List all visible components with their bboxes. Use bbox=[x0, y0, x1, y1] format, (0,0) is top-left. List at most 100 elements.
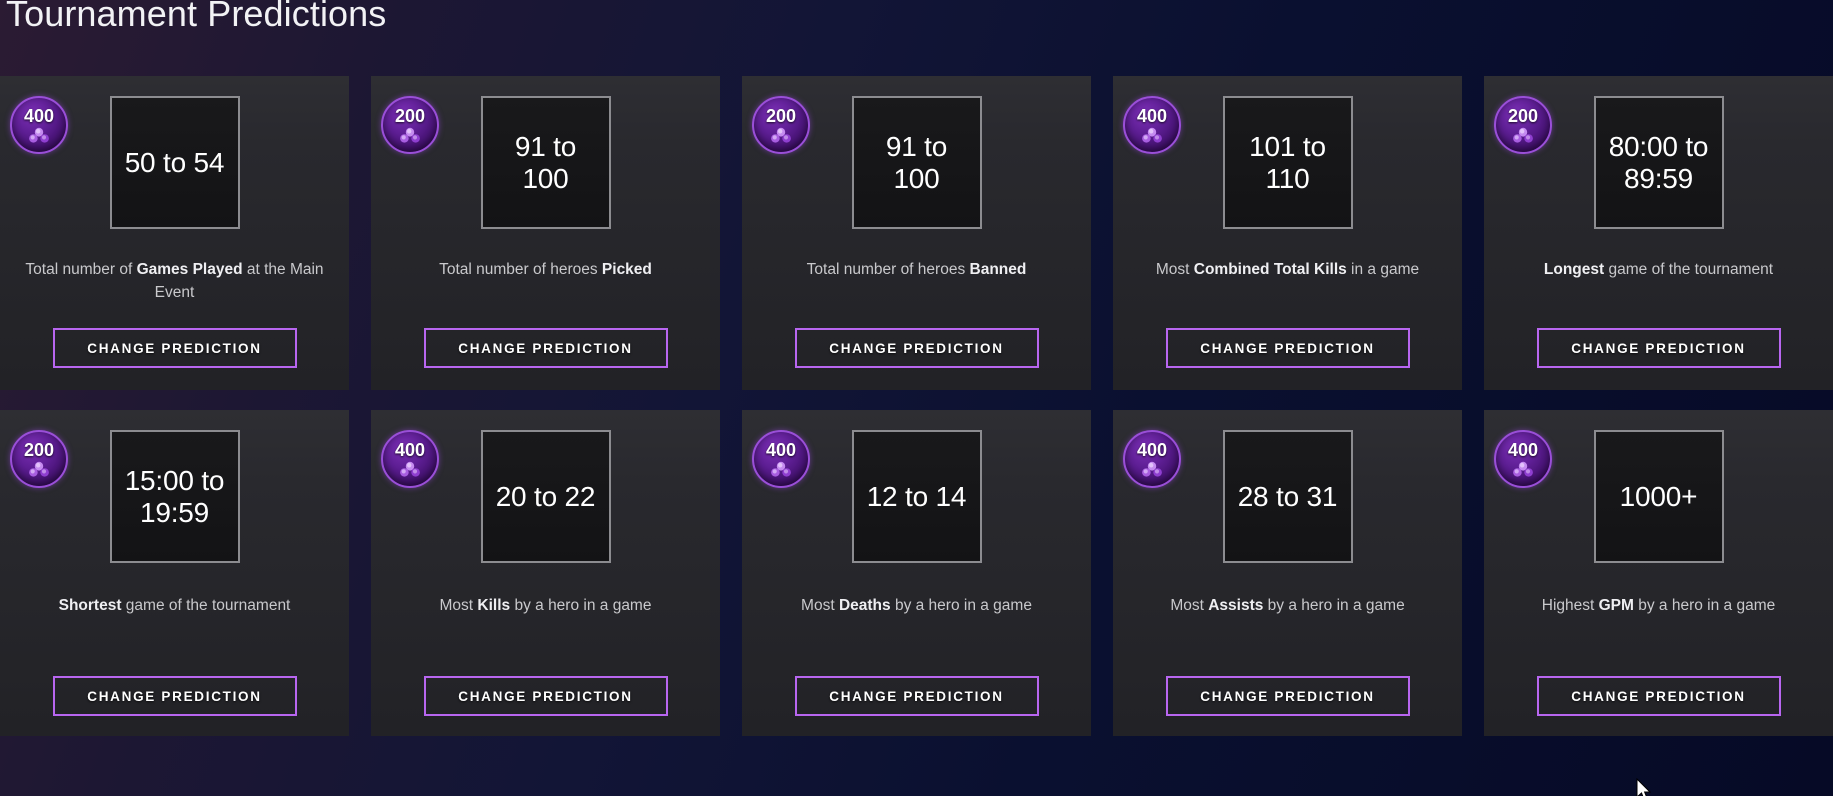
prediction-description: Longest game of the tournament bbox=[1544, 259, 1773, 282]
prediction-description: Most Deaths by a hero in a game bbox=[801, 595, 1032, 618]
predictions-grid: 400 50 to 54 Total number of Games Played … bbox=[0, 76, 1833, 736]
points-badge: 400 bbox=[10, 96, 68, 154]
points-badge: 200 bbox=[10, 430, 68, 488]
prediction-card: 400 28 to 31 Most Assists by a hero in a g… bbox=[1113, 410, 1462, 736]
mouse-cursor-icon bbox=[1636, 778, 1652, 796]
desc-prefix: Most bbox=[1155, 261, 1194, 278]
desc-highlight: Shortest bbox=[58, 597, 122, 614]
desc-highlight: Assists bbox=[1208, 597, 1264, 614]
gem-cluster-icon bbox=[771, 461, 791, 477]
change-prediction-button[interactable]: CHANGE PREDICTION bbox=[52, 676, 297, 716]
prediction-value: 12 to 14 bbox=[866, 480, 967, 512]
prediction-value-box[interactable]: 80:00 to 89:59 bbox=[1593, 96, 1724, 229]
prediction-value: 28 to 31 bbox=[1237, 480, 1338, 512]
desc-highlight: Deaths bbox=[838, 597, 891, 614]
prediction-value: 101 to 110 bbox=[1249, 131, 1326, 194]
desc-suffix: game of the tournament bbox=[1604, 261, 1774, 278]
prediction-card: 200 91 to 100 Total number of heroes Picke… bbox=[371, 76, 720, 390]
gem-cluster-icon bbox=[29, 461, 49, 477]
desc-prefix: Total number of heroes bbox=[806, 261, 970, 278]
prediction-card: 200 80:00 to 89:59 Longest game of the tou… bbox=[1484, 76, 1833, 390]
desc-suffix: by a hero in a game bbox=[1633, 597, 1776, 614]
points-value: 200 bbox=[1507, 105, 1539, 126]
change-prediction-button[interactable]: CHANGE PREDICTION bbox=[1536, 328, 1781, 368]
prediction-value-box[interactable]: 28 to 31 bbox=[1222, 430, 1353, 563]
desc-prefix: Most bbox=[1170, 597, 1209, 614]
desc-highlight: Kills bbox=[477, 597, 511, 614]
desc-highlight: Picked bbox=[601, 261, 652, 278]
gem-cluster-icon bbox=[400, 127, 420, 143]
desc-suffix: by a hero in a game bbox=[510, 597, 652, 614]
change-prediction-button[interactable]: CHANGE PREDICTION bbox=[1165, 676, 1410, 716]
prediction-value-box[interactable]: 50 to 54 bbox=[109, 96, 240, 229]
prediction-description: Most Combined Total Kills in a game bbox=[1156, 259, 1419, 282]
points-badge: 400 bbox=[752, 430, 810, 488]
change-prediction-button[interactable]: CHANGE PREDICTION bbox=[1165, 328, 1410, 368]
points-badge: 400 bbox=[381, 430, 439, 488]
prediction-value: 80:00 to 89:59 bbox=[1608, 131, 1709, 194]
points-badge: 400 bbox=[1123, 96, 1181, 154]
prediction-value: 91 to 100 bbox=[885, 131, 948, 194]
prediction-value-box[interactable]: 91 to 100 bbox=[480, 96, 611, 229]
desc-suffix: by a hero in a game bbox=[890, 597, 1032, 614]
prediction-card: 400 1000+ Highest GPM by a hero in a game C… bbox=[1484, 410, 1833, 736]
points-badge: 200 bbox=[381, 96, 439, 154]
prediction-description: Highest GPM by a hero in a game bbox=[1542, 595, 1776, 618]
desc-highlight: Combined Total Kills bbox=[1193, 261, 1347, 278]
gem-cluster-icon bbox=[1142, 461, 1162, 477]
gem-cluster-icon bbox=[1142, 127, 1162, 143]
prediction-description: Total number of heroes Banned bbox=[807, 259, 1027, 282]
points-value: 200 bbox=[765, 105, 797, 126]
desc-suffix: by a hero in a game bbox=[1263, 597, 1405, 614]
prediction-description: Most Kills by a hero in a game bbox=[440, 595, 652, 618]
desc-prefix: Total number of heroes bbox=[439, 261, 602, 278]
prediction-card: 400 101 to 110 Most Combined Total Kills i… bbox=[1113, 76, 1462, 390]
desc-prefix: Most bbox=[439, 597, 478, 614]
points-value: 400 bbox=[1507, 439, 1539, 460]
desc-suffix: game of the tournament bbox=[121, 597, 291, 614]
points-value: 400 bbox=[1136, 105, 1168, 126]
change-prediction-button[interactable]: CHANGE PREDICTION bbox=[423, 328, 668, 368]
prediction-card: 200 15:00 to 19:59 Shortest game of the to… bbox=[0, 410, 349, 736]
points-badge: 400 bbox=[1494, 430, 1552, 488]
desc-highlight: Longest bbox=[1543, 261, 1605, 278]
points-badge: 200 bbox=[752, 96, 810, 154]
desc-prefix: Total number of bbox=[25, 261, 137, 278]
desc-prefix: Most bbox=[801, 597, 839, 614]
points-value: 400 bbox=[23, 105, 55, 126]
prediction-value-box[interactable]: 12 to 14 bbox=[851, 430, 982, 563]
desc-suffix: in a game bbox=[1346, 261, 1420, 278]
gem-cluster-icon bbox=[771, 127, 791, 143]
change-prediction-button[interactable]: CHANGE PREDICTION bbox=[52, 328, 297, 368]
prediction-value-box[interactable]: 101 to 110 bbox=[1222, 96, 1353, 229]
desc-highlight: Banned bbox=[969, 261, 1027, 278]
prediction-description: Total number of Games Played at the Main… bbox=[25, 259, 325, 305]
gem-cluster-icon bbox=[1513, 461, 1533, 477]
prediction-description: Total number of heroes Picked bbox=[439, 259, 652, 282]
prediction-card: 400 20 to 22 Most Kills by a hero in a gam… bbox=[371, 410, 720, 736]
points-badge: 400 bbox=[1123, 430, 1181, 488]
prediction-value-box[interactable]: 91 to 100 bbox=[851, 96, 982, 229]
change-prediction-button[interactable]: CHANGE PREDICTION bbox=[1536, 676, 1781, 716]
page-header: Tournament Predictions bbox=[0, 0, 1833, 76]
prediction-value-box[interactable]: 20 to 22 bbox=[480, 430, 611, 563]
prediction-card: 200 91 to 100 Total number of heroes Banne… bbox=[742, 76, 1091, 390]
points-value: 400 bbox=[765, 439, 797, 460]
prediction-description: Shortest game of the tournament bbox=[59, 595, 291, 618]
gem-cluster-icon bbox=[1513, 127, 1533, 143]
desc-highlight: Games Played bbox=[136, 261, 243, 278]
points-value: 200 bbox=[394, 105, 426, 126]
prediction-value: 20 to 22 bbox=[495, 480, 596, 512]
prediction-description: Most Assists by a hero in a game bbox=[1170, 595, 1404, 618]
prediction-value: 1000+ bbox=[1619, 480, 1698, 512]
change-prediction-button[interactable]: CHANGE PREDICTION bbox=[794, 676, 1039, 716]
change-prediction-button[interactable]: CHANGE PREDICTION bbox=[794, 328, 1039, 368]
change-prediction-button[interactable]: CHANGE PREDICTION bbox=[423, 676, 668, 716]
prediction-value-box[interactable]: 15:00 to 19:59 bbox=[109, 430, 240, 563]
prediction-card: 400 12 to 14 Most Deaths by a hero in a ga… bbox=[742, 410, 1091, 736]
prediction-value-box[interactable]: 1000+ bbox=[1593, 430, 1724, 563]
prediction-value: 15:00 to 19:59 bbox=[124, 465, 225, 528]
points-value: 400 bbox=[1136, 439, 1168, 460]
prediction-value: 50 to 54 bbox=[124, 146, 225, 178]
gem-cluster-icon bbox=[29, 127, 49, 143]
